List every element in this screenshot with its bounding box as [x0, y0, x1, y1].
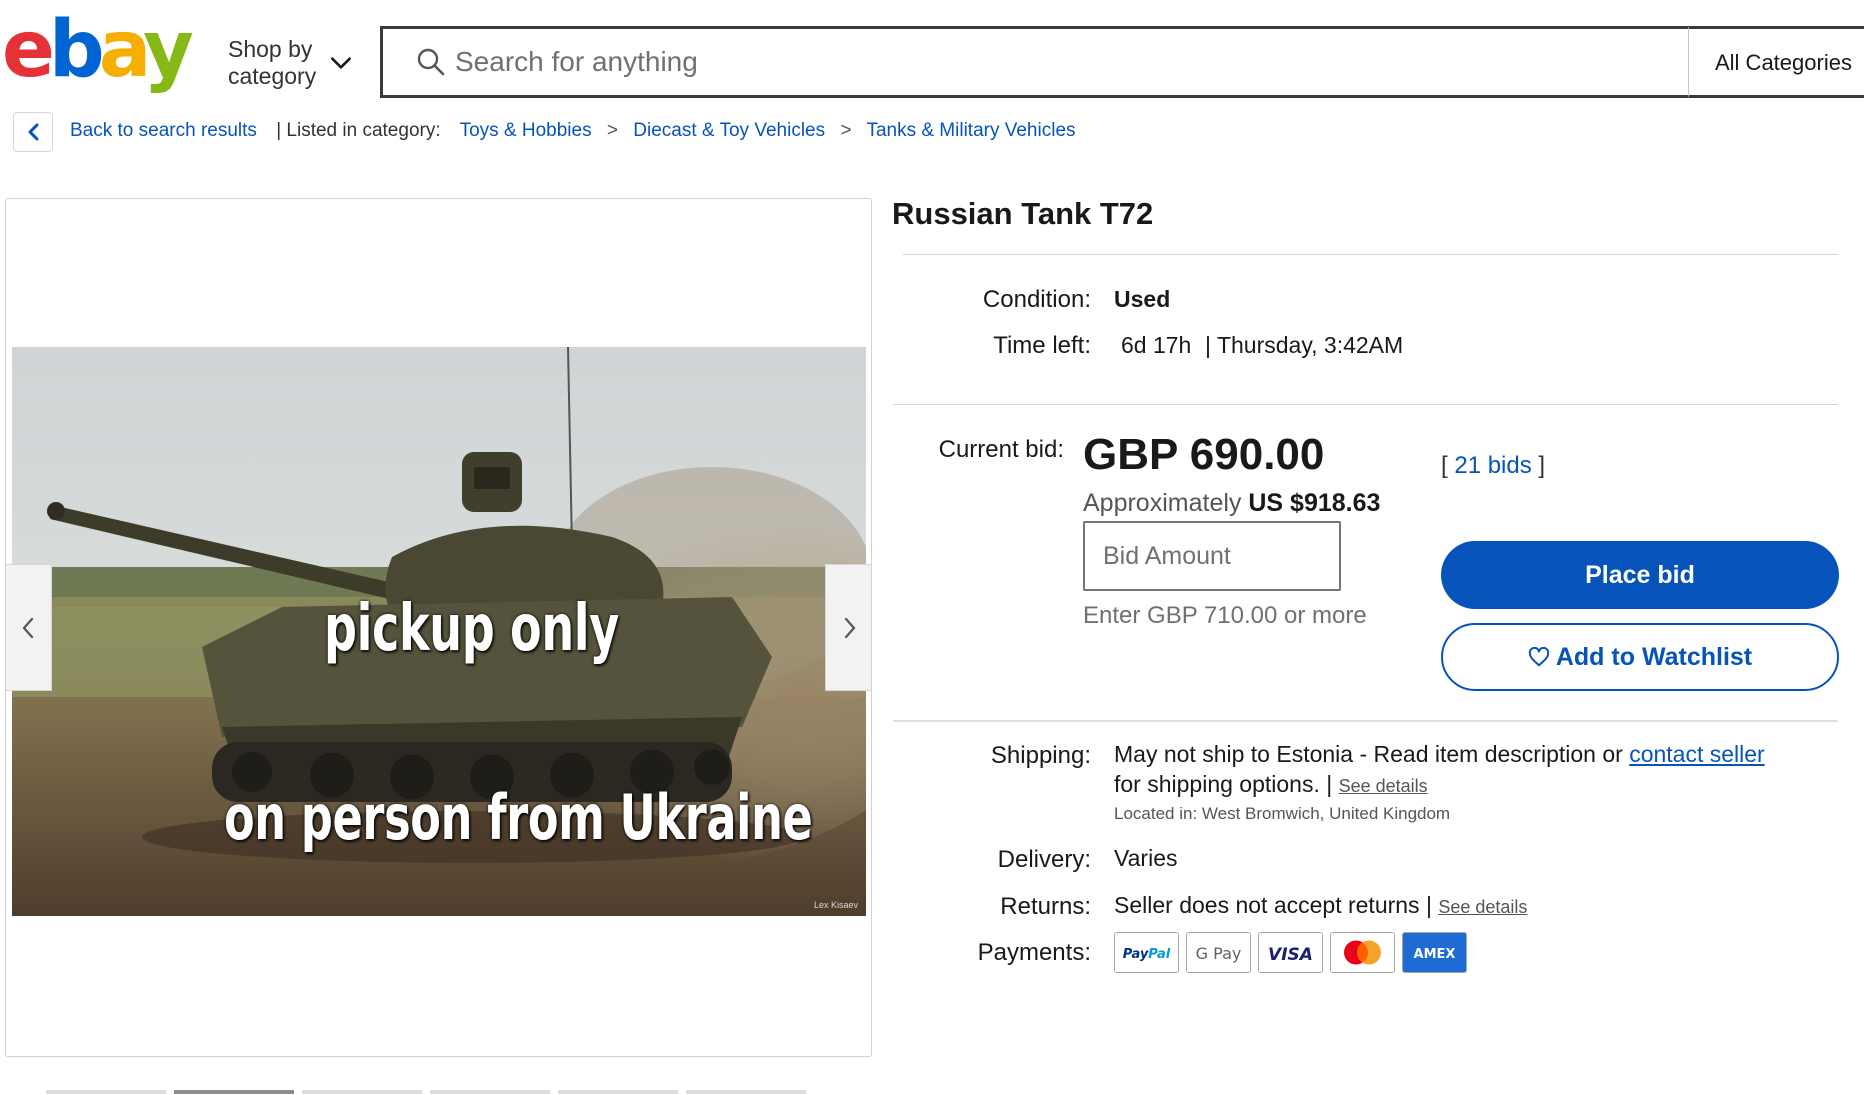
shop-by-category-button[interactable]: Shop by category	[228, 36, 360, 90]
contact-seller-link[interactable]: contact seller	[1629, 741, 1765, 767]
ebay-logo-icon: ebay	[2, 14, 199, 95]
place-bid-button[interactable]: Place bid	[1441, 541, 1839, 609]
shipping-text: May not ship to Estonia - Read item desc…	[1114, 741, 1623, 767]
thumbnail[interactable]	[686, 1090, 806, 1094]
mastercard-icon	[1344, 940, 1381, 965]
thumbnail-strip	[46, 1090, 826, 1095]
google-pay-icon: G Pay	[1196, 944, 1242, 963]
amex-icon: AMEX	[1403, 933, 1466, 972]
payment-mastercard	[1330, 932, 1395, 973]
category-select-value: All Categories	[1715, 50, 1852, 75]
search-icon	[417, 48, 445, 76]
bid-count-link[interactable]: 21 bids	[1454, 452, 1531, 479]
shipping-label: Shipping:	[990, 742, 1091, 769]
approx-value: US $918.63	[1248, 489, 1381, 517]
shipping-text-line2: for shipping options. | See details	[1114, 771, 1428, 798]
watchlist-label: Add to Watchlist	[1555, 643, 1753, 671]
chevron-right-icon	[844, 617, 856, 639]
shipping-see-details-link[interactable]: See details	[1339, 776, 1428, 796]
thumbnail-active[interactable]	[174, 1090, 294, 1094]
breadcrumb: Back to search results | Listed in categ…	[70, 120, 1076, 146]
payment-paypal: PayPal	[1114, 932, 1179, 973]
end-time-value: | Thursday, 3:42AM	[1205, 332, 1404, 358]
payment-visa: VISA	[1258, 932, 1323, 973]
previous-image-button[interactable]	[6, 564, 52, 691]
visa-text: VISA	[1268, 945, 1313, 965]
payment-google-pay: G Pay	[1186, 932, 1251, 973]
returns-value-line: Seller does not accept returns | See det…	[1114, 892, 1527, 919]
breadcrumb-separator: >	[606, 120, 618, 141]
google-pay-text: G Pay	[1196, 944, 1242, 963]
bid-count: [ 21 bids ]	[1441, 452, 1545, 480]
current-bid-label: Current bid:	[938, 436, 1064, 463]
back-to-search-link[interactable]: Back to search results	[70, 120, 257, 141]
divider	[893, 720, 1838, 722]
image-gallery: pickup only on person from Ukraine Lex K…	[5, 198, 872, 1057]
payment-amex: AMEX	[1402, 932, 1467, 973]
breadcrumb-separator: >	[840, 120, 852, 141]
returns-see-details-link[interactable]: See details	[1438, 897, 1527, 917]
breadcrumb-tanks-military-vehicles[interactable]: Tanks & Military Vehicles	[866, 120, 1075, 141]
paypal-text: PayPal	[1123, 947, 1171, 962]
time-left-label: Time left:	[993, 332, 1091, 359]
divider	[903, 254, 1838, 255]
approx-prefix: Approximately	[1083, 489, 1242, 517]
condition-value: Used	[1114, 286, 1171, 312]
approx-price: Approximately US $918.63	[1083, 489, 1380, 518]
visa-icon: VISA	[1268, 945, 1313, 965]
ebay-logo[interactable]: ebay	[2, 14, 210, 106]
search-input[interactable]	[455, 35, 1864, 89]
returns-value: Seller does not accept returns |	[1114, 892, 1432, 918]
time-left-value: 6d 17h	[1121, 332, 1192, 358]
thumbnail[interactable]	[430, 1090, 550, 1094]
returns-label: Returns:	[1000, 893, 1091, 920]
delivery-value: Varies	[1114, 845, 1178, 871]
item-location: Located in: West Bromwich, United Kingdo…	[1114, 804, 1450, 824]
photo-credit: Lex Kisaev	[813, 900, 858, 910]
item-photo[interactable]: pickup only on person from Ukraine Lex K…	[12, 347, 866, 916]
chevron-down-icon	[331, 57, 351, 69]
located-in-value: West Bromwich, United Kingdom	[1201, 804, 1451, 823]
amex-text: AMEX	[1414, 947, 1456, 962]
next-image-button[interactable]	[825, 564, 871, 691]
bid-amount-input[interactable]	[1083, 521, 1341, 591]
paypal-icon: PayPal	[1123, 947, 1171, 962]
located-in-label: Located in:	[1114, 804, 1198, 823]
svg-text:ebay: ebay	[2, 14, 193, 95]
bid-count-close-bracket: ]	[1538, 452, 1546, 479]
chevron-left-icon	[28, 123, 39, 141]
breadcrumb-toys-hobbies[interactable]: Toys & Hobbies	[460, 120, 592, 141]
payments-label: Payments:	[977, 939, 1091, 966]
delivery-label: Delivery:	[997, 846, 1091, 873]
current-bid-price: GBP 690.00	[1083, 430, 1325, 479]
back-button[interactable]	[13, 112, 53, 152]
condition-label: Condition:	[982, 286, 1091, 313]
bid-count-open-bracket: [	[1441, 452, 1448, 479]
shipping-text2: for shipping options. |	[1114, 771, 1333, 797]
thumbnail[interactable]	[302, 1090, 422, 1094]
divider	[893, 404, 1838, 405]
minimum-bid-note: Enter GBP 710.00 or more	[1083, 602, 1367, 629]
photo-caption-top: pickup only	[324, 592, 619, 666]
listed-in-label: | Listed in category:	[276, 120, 441, 141]
shipping-text-line1: May not ship to Estonia - Read item desc…	[1114, 741, 1765, 768]
chevron-left-icon	[22, 617, 34, 639]
category-select[interactable]: All Categories	[1688, 26, 1864, 98]
item-title: Russian Tank T72	[892, 196, 1154, 231]
search-bar	[380, 26, 1864, 98]
breadcrumb-diecast-toy-vehicles[interactable]: Diecast & Toy Vehicles	[633, 120, 825, 141]
add-to-watchlist-button[interactable]: Add to Watchlist	[1441, 623, 1839, 691]
heart-icon	[1528, 647, 1549, 667]
photo-caption-bottom: on person from Ukraine	[224, 781, 813, 854]
thumbnail[interactable]	[46, 1090, 166, 1094]
thumbnail[interactable]	[558, 1090, 678, 1094]
